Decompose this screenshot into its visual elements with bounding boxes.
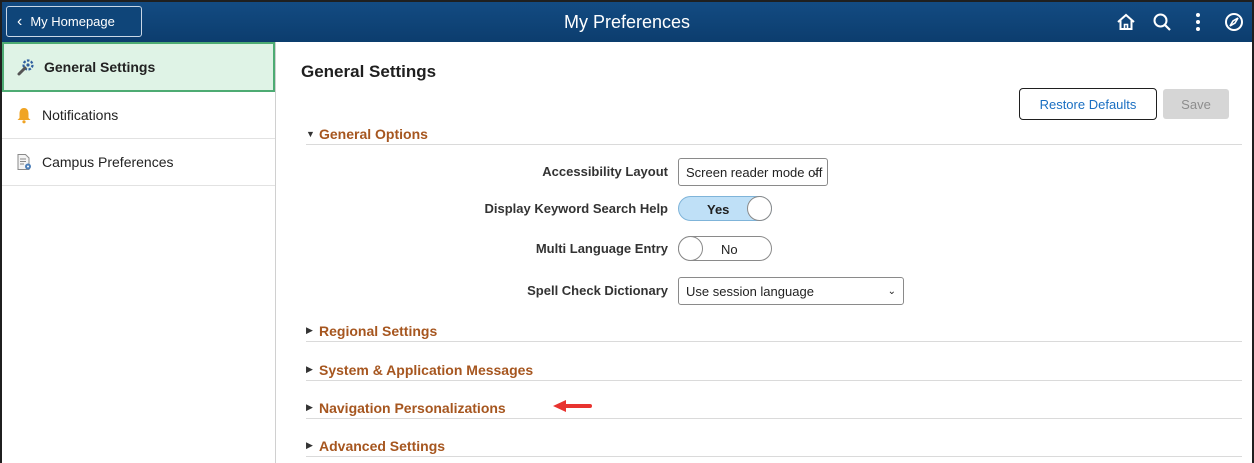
back-button-label: My Homepage — [30, 14, 115, 29]
toggle-knob — [747, 196, 772, 221]
triangle-right-icon: ▶ — [306, 325, 313, 335]
row-multi-language-entry: Multi Language Entry No — [276, 234, 1252, 264]
keyword-search-help-toggle[interactable]: Yes — [678, 196, 772, 221]
sidebar-item-label: Notifications — [42, 107, 119, 123]
section-heading: Advanced Settings — [319, 437, 446, 454]
page-title: General Settings — [301, 62, 437, 81]
sidebar-item-general-settings[interactable]: General Settings — [2, 42, 275, 92]
section-heading: Regional Settings — [319, 322, 438, 339]
section-advanced-settings[interactable]: ▶ Advanced Settings — [306, 435, 1242, 457]
sidebar-item-campus-preferences[interactable]: Campus Preferences — [2, 139, 275, 186]
section-heading: General Options — [319, 125, 428, 142]
chevron-left-icon: ‹ — [17, 12, 23, 30]
actions-menu-icon[interactable] — [1180, 2, 1216, 42]
row-spell-check-dictionary: Spell Check Dictionary Use session langu… — [276, 276, 1252, 306]
sidebar-item-label: General Settings — [44, 59, 156, 75]
red-arrow-annotation-icon — [552, 399, 592, 418]
triangle-down-icon: ▼ — [306, 128, 315, 139]
bell-icon — [14, 105, 34, 125]
section-system-application-messages[interactable]: ▶ System & Application Messages — [306, 359, 1242, 381]
sidebar-item-label: Campus Preferences — [42, 154, 174, 170]
back-to-homepage-button[interactable]: ‹ My Homepage — [6, 6, 142, 37]
toggle-state: Yes — [707, 202, 730, 217]
section-heading: Navigation Personalizations — [319, 399, 506, 416]
chevron-down-icon: ⌄ — [811, 167, 820, 178]
search-icon[interactable] — [1144, 2, 1180, 42]
top-banner: ‹ My Homepage My Preferences — [2, 2, 1252, 42]
section-general-options[interactable]: ▼ General Options — [306, 123, 1242, 145]
section-navigation-personalizations[interactable]: ▶ Navigation Personalizations — [306, 397, 1242, 419]
chevron-down-icon: ⌄ — [887, 286, 896, 297]
section-regional-settings[interactable]: ▶ Regional Settings — [306, 320, 1242, 342]
restore-defaults-button[interactable]: Restore Defaults — [1019, 88, 1157, 120]
wrench-gear-icon — [16, 57, 36, 77]
field-label: Multi Language Entry — [535, 241, 668, 256]
header-icon-bar — [1108, 2, 1252, 42]
field-label: Spell Check Dictionary — [527, 283, 668, 298]
select-value: Screen reader mode off — [686, 164, 823, 180]
field-label: Display Keyword Search Help — [484, 201, 668, 216]
triangle-right-icon: ▶ — [306, 440, 313, 450]
document-gear-icon — [14, 152, 34, 172]
spell-check-dictionary-select[interactable]: Use session language ⌄ — [678, 277, 904, 305]
field-label: Accessibility Layout — [542, 164, 668, 179]
toggle-knob — [678, 236, 703, 261]
section-heading: System & Application Messages — [319, 361, 534, 378]
save-button[interactable]: Save — [1163, 89, 1229, 119]
select-value: Use session language — [686, 283, 814, 299]
accessibility-layout-select[interactable]: Screen reader mode off ⌄ — [678, 158, 828, 186]
main-content: General Settings Restore Defaults Save ▼… — [276, 42, 1252, 463]
row-accessibility-layout: Accessibility Layout Screen reader mode … — [276, 157, 1252, 187]
triangle-right-icon: ▶ — [306, 364, 313, 374]
toggle-state: No — [721, 242, 738, 257]
home-icon[interactable] — [1108, 2, 1144, 42]
row-keyword-search-help: Display Keyword Search Help Yes — [276, 194, 1252, 224]
multi-language-entry-toggle[interactable]: No — [678, 236, 772, 261]
triangle-right-icon: ▶ — [306, 402, 313, 412]
page-banner-title: My Preferences — [563, 12, 691, 32]
sidebar-item-notifications[interactable]: Notifications — [2, 92, 275, 139]
sidebar: General Settings Notifications Campus Pr… — [2, 42, 276, 463]
navbar-compass-icon[interactable] — [1216, 2, 1252, 42]
